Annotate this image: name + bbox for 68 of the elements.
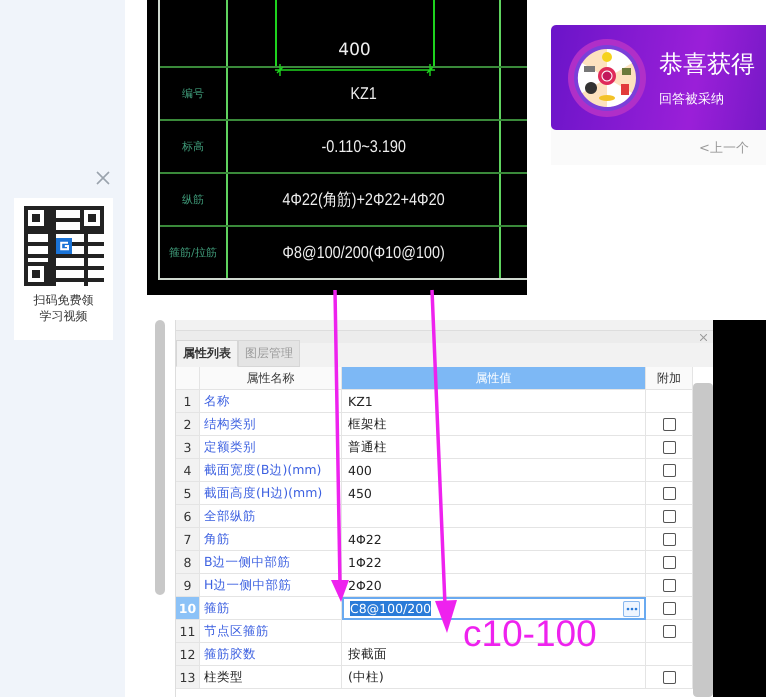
- table-cell: 1Φ22: [342, 551, 646, 574]
- property-name: 名称: [200, 390, 342, 413]
- tab[interactable]: 属性列表: [176, 340, 238, 367]
- checkbox[interactable]: [662, 440, 676, 454]
- row-number: 12: [176, 643, 200, 666]
- checkbox[interactable]: [662, 670, 676, 684]
- property-name: 定额类别: [200, 436, 342, 459]
- row-label: 纵筋: [182, 192, 204, 207]
- row-label: 编号: [182, 86, 204, 101]
- previous-link[interactable]: <上一个: [699, 138, 749, 156]
- property-name: 柱类型: [200, 666, 342, 689]
- row-number: 11: [176, 620, 200, 643]
- checkbox[interactable]: [662, 624, 676, 638]
- row-number: 7: [176, 528, 200, 551]
- row-number: 5: [176, 482, 200, 505]
- row-number: 13: [176, 666, 200, 689]
- promo-title: 恭喜获得: [659, 48, 755, 80]
- row-number: 4: [176, 459, 200, 482]
- column-header: 属性值: [342, 367, 646, 390]
- qr-caption: 扫码免费领 学习视频: [34, 292, 94, 324]
- row-number: 10: [176, 597, 200, 620]
- row-number: 2: [176, 413, 200, 436]
- row-number: 8: [176, 551, 200, 574]
- table-cell: 450: [342, 482, 646, 505]
- checkbox[interactable]: [662, 578, 676, 592]
- table-cell: 4Φ22: [342, 528, 646, 551]
- property-name: 截面高度(H边)(mm): [200, 482, 342, 505]
- ellipsis-button[interactable]: [623, 600, 640, 616]
- property-name: 角筋: [200, 528, 342, 551]
- property-name: B边一侧中部筋: [200, 551, 342, 574]
- property-name: 箍筋胶数: [200, 643, 342, 666]
- column-header: 附加: [646, 367, 693, 390]
- column-header: 属性名称: [200, 367, 342, 390]
- row-label: 箍筋/拉筋: [169, 245, 217, 260]
- property-name: 全部纵筋: [200, 505, 342, 528]
- checkbox[interactable]: [662, 418, 676, 430]
- property-name: 结构类别: [200, 413, 342, 436]
- prize-wheel-icon: [567, 38, 647, 118]
- promo-subtitle: 回答被采纳: [659, 90, 725, 108]
- checkbox[interactable]: [662, 602, 676, 614]
- cad-text: Φ8@100/200(Φ10@100): [282, 242, 445, 262]
- tab[interactable]: 图层管理: [238, 340, 300, 367]
- table-cell: 普通柱: [342, 436, 646, 459]
- more-icon[interactable]: [626, 606, 638, 610]
- property-name: 截面宽度(B边)(mm): [200, 459, 342, 482]
- checkbox[interactable]: [662, 532, 676, 546]
- checkbox[interactable]: [662, 510, 676, 522]
- qr-code-icon: [24, 206, 104, 286]
- row-number: 9: [176, 574, 200, 597]
- table-cell: 框架柱: [342, 413, 646, 436]
- checkbox[interactable]: [662, 556, 676, 568]
- scrollbar[interactable]: [155, 320, 165, 595]
- table-cell: KZ1: [342, 390, 646, 413]
- cad-text: KZ1: [350, 84, 377, 104]
- row-number: 6: [176, 505, 200, 528]
- property-name: 节点区箍筋: [200, 620, 342, 643]
- promo-banner[interactable]: 恭喜获得 回答被采纳: [551, 25, 766, 130]
- dimension-text: 400: [338, 40, 371, 60]
- property-name: 箍筋: [200, 597, 342, 620]
- cad-text: 4Φ22(角筋)+2Φ22+4Φ20: [282, 189, 445, 211]
- row-number: 3: [176, 436, 200, 459]
- checkbox[interactable]: [662, 464, 676, 476]
- table-cell: (中柱): [342, 666, 646, 689]
- table-cell: 400: [342, 459, 646, 482]
- cad-text: -0.110~3.190: [321, 136, 406, 156]
- row-label: 标高: [182, 139, 204, 154]
- row-number: 1: [176, 390, 200, 413]
- checkbox[interactable]: [662, 486, 676, 500]
